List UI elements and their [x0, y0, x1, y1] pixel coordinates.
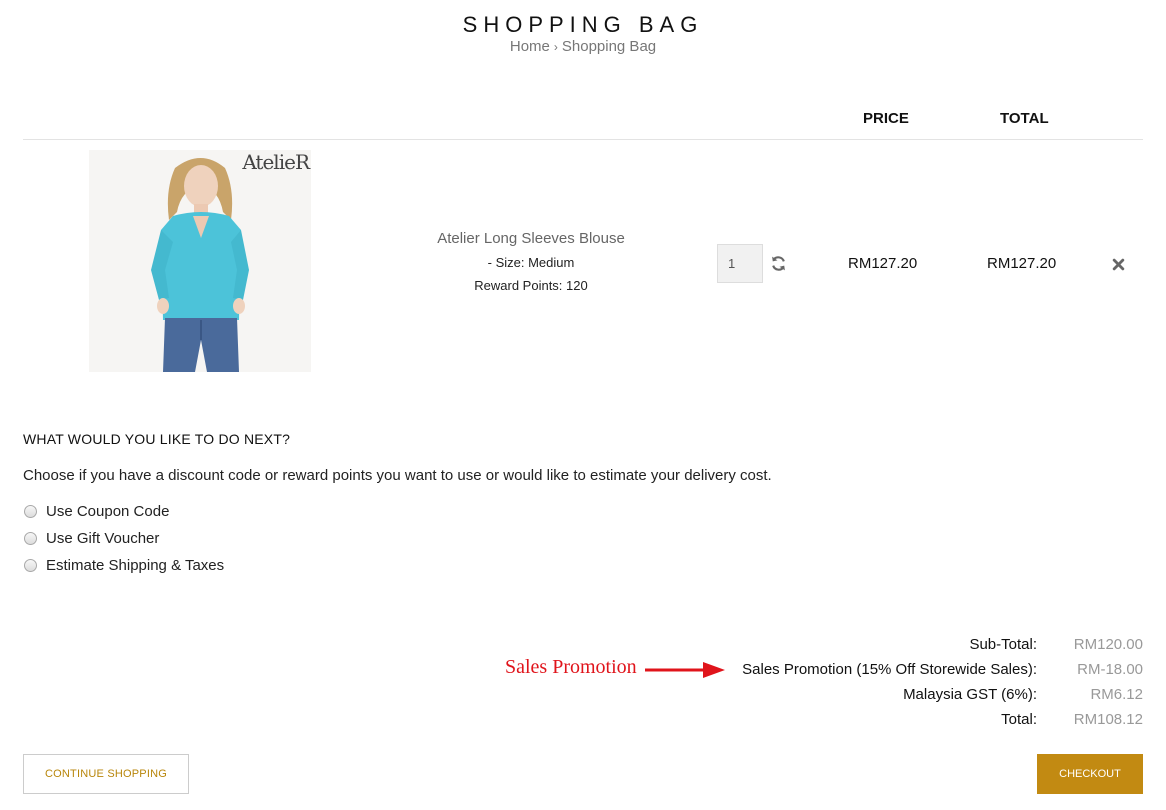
- continue-shopping-button[interactable]: CONTINUE SHOPPING: [23, 754, 189, 794]
- radio-icon[interactable]: [24, 559, 37, 572]
- product-photo: [89, 150, 311, 372]
- option-estimate-shipping[interactable]: Estimate Shipping & Taxes: [23, 557, 224, 574]
- totals-value: RM108.12: [1073, 711, 1143, 728]
- totals-row-total: Total: RM108.12: [643, 707, 1143, 732]
- item-price: RM127.20: [848, 255, 918, 272]
- totals-label: Malaysia GST (6%):: [903, 686, 1037, 703]
- column-header-price: PRICE: [863, 110, 909, 127]
- order-totals: Sub-Total: RM120.00 Sales Promotion (15%…: [643, 632, 1143, 732]
- product-name-link[interactable]: Atelier Long Sleeves Blouse: [380, 230, 682, 247]
- page-title: SHOPPING BAG: [462, 12, 704, 37]
- totals-value: RM-18.00: [1077, 661, 1143, 678]
- close-icon[interactable]: [1112, 258, 1125, 271]
- totals-value: RM6.12: [1090, 686, 1143, 703]
- annotation-label: Sales Promotion: [505, 656, 637, 678]
- product-info: Atelier Long Sleeves Blouse - Size: Medi…: [380, 230, 682, 301]
- breadcrumb-current[interactable]: Shopping Bag: [562, 38, 656, 55]
- product-image[interactable]: AtelieR: [89, 150, 311, 372]
- item-total: RM127.20: [987, 255, 1057, 272]
- checkout-button[interactable]: CHECKOUT: [1037, 754, 1143, 794]
- option-coupon-code[interactable]: Use Coupon Code: [23, 503, 169, 520]
- breadcrumb-separator: ›: [553, 40, 558, 54]
- product-option-size: - Size: Medium: [487, 255, 575, 270]
- radio-icon[interactable]: [24, 505, 37, 518]
- option-label: Use Coupon Code: [46, 503, 170, 520]
- option-label: Estimate Shipping & Taxes: [46, 557, 225, 574]
- breadcrumb: Home › Shopping Bag: [0, 38, 1166, 55]
- product-reward-points: Reward Points: 120: [474, 278, 588, 293]
- totals-label: Sales Promotion (15% Off Storewide Sales…: [742, 661, 1037, 678]
- totals-row-subtotal: Sub-Total: RM120.00: [643, 632, 1143, 657]
- breadcrumb-home[interactable]: Home: [510, 38, 550, 55]
- table-divider: [23, 139, 1143, 140]
- quantity-input[interactable]: [717, 244, 763, 283]
- radio-icon[interactable]: [24, 532, 37, 545]
- totals-value: RM120.00: [1073, 636, 1143, 653]
- option-gift-voucher[interactable]: Use Gift Voucher: [23, 530, 159, 547]
- next-step-description: Choose if you have a discount code or re…: [23, 467, 772, 484]
- next-step-heading: WHAT WOULD YOU LIKE TO DO NEXT?: [23, 431, 291, 447]
- totals-label: Sub-Total:: [969, 636, 1037, 653]
- column-header-total: TOTAL: [1000, 110, 1049, 127]
- totals-row-promotion: Sales Promotion (15% Off Storewide Sales…: [643, 657, 1143, 682]
- option-label: Use Gift Voucher: [46, 530, 160, 547]
- brand-watermark: AtelieR: [242, 150, 310, 174]
- totals-row-gst: Malaysia GST (6%): RM6.12: [643, 682, 1143, 707]
- refresh-icon[interactable]: [770, 255, 787, 272]
- totals-label: Total:: [1001, 711, 1037, 728]
